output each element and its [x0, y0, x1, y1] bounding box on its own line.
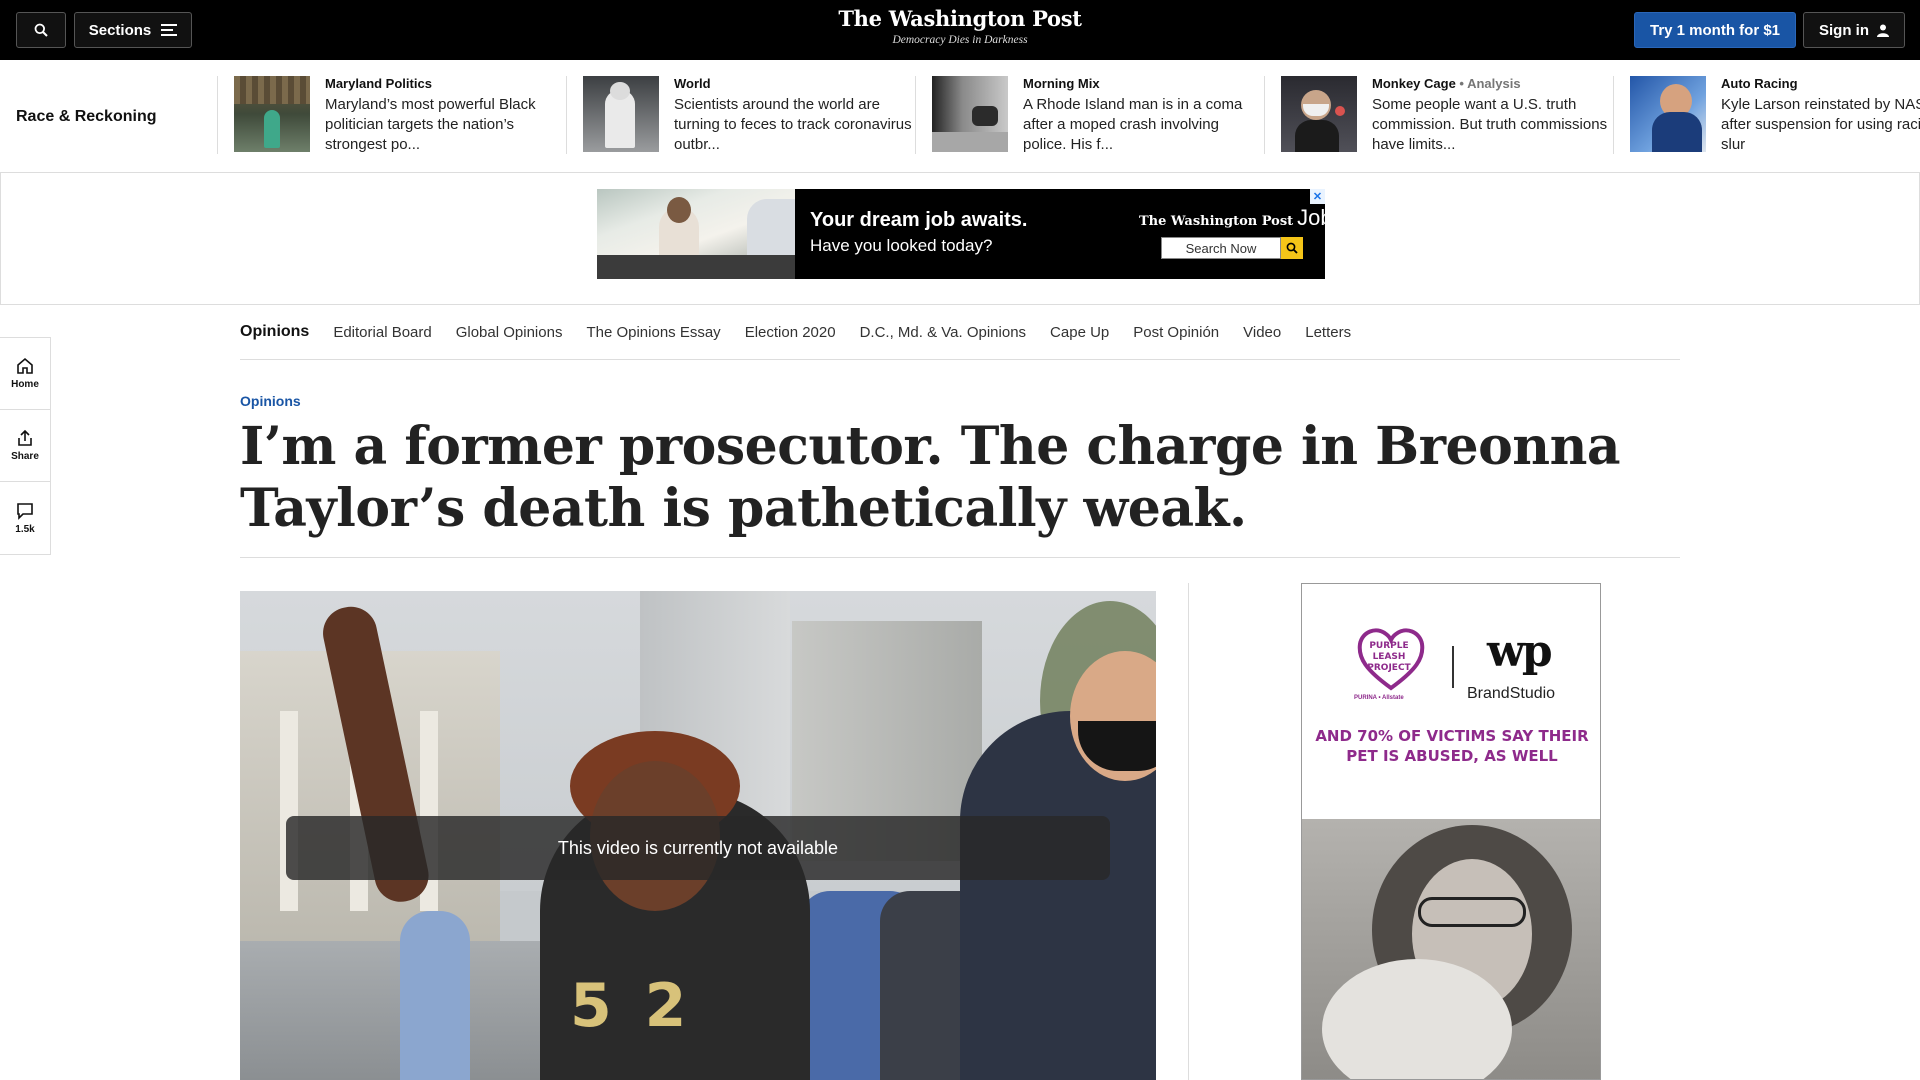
- home-icon: [17, 357, 33, 374]
- purple-leash-logo-text: PURPLE LEASH PROJECT: [1367, 641, 1411, 673]
- brandstudio-label: BrandStudio: [1467, 685, 1556, 702]
- top-navigation-bar: Sections The Washington Post Democracy D…: [0, 0, 1920, 60]
- story-kicker[interactable]: Monkey Cage • Analysis: [1372, 76, 1521, 91]
- story-headline[interactable]: Kyle Larson reinstated by NASCAR after s…: [1721, 95, 1920, 155]
- story-kicker[interactable]: Morning Mix: [1023, 76, 1100, 91]
- logo-tagline: Democracy Dies in Darkness: [892, 34, 1028, 46]
- video-unavailable-message: This video is currently not available: [286, 816, 1110, 880]
- jobs-search-button[interactable]: [1281, 237, 1303, 259]
- lead-video-player[interactable]: 5 2 This video is currently not availabl…: [240, 591, 1156, 1080]
- share-label: Share: [11, 451, 39, 462]
- story-thumbnail[interactable]: [1281, 76, 1357, 152]
- strip-title[interactable]: Race & Reckoning: [16, 108, 156, 126]
- story-headline[interactable]: A Rhode Island man is in a coma after a …: [1023, 95, 1263, 155]
- nav-opinions-essay[interactable]: The Opinions Essay: [586, 324, 720, 341]
- side-display-ad[interactable]: PURPLE LEASH PROJECT PURINA • Allstate w…: [1301, 583, 1601, 1080]
- article-headline: I’m a former prosecutor. The charge in B…: [240, 416, 1621, 539]
- share-button[interactable]: Share: [0, 410, 50, 482]
- strip-story[interactable]: Monkey Cage • Analysis Some people want …: [1264, 76, 1612, 154]
- nav-election-2020[interactable]: Election 2020: [745, 324, 836, 341]
- side-ad-photo: [1302, 819, 1600, 1079]
- article-action-rail: Home Share 1.5k: [0, 337, 51, 555]
- site-logo[interactable]: The Washington Post Democracy Dies in Da…: [0, 6, 1920, 46]
- ad-close-button[interactable]: ✕: [1310, 189, 1325, 204]
- share-icon: [18, 429, 32, 446]
- story-thumbnail[interactable]: [583, 76, 659, 152]
- strip-story[interactable]: Morning Mix A Rhode Island man is in a c…: [915, 76, 1263, 154]
- race-reckoning-strip: Race & Reckoning Maryland Politics Maryl…: [0, 60, 1920, 172]
- user-icon: [1877, 24, 1889, 37]
- menu-icon: [161, 24, 178, 36]
- jobs-banner-ad[interactable]: Your dream job awaits. Have you looked t…: [597, 189, 1325, 279]
- strip-story[interactable]: Maryland Politics Maryland’s most powerf…: [217, 76, 565, 154]
- story-headline[interactable]: Some people want a U.S. truth commission…: [1372, 95, 1612, 155]
- strip-story[interactable]: World Scientists around the world are tu…: [566, 76, 914, 154]
- strip-story[interactable]: Auto Racing Kyle Larson reinstated by NA…: [1613, 76, 1920, 154]
- logo-wordmark[interactable]: The Washington Post: [0, 6, 1920, 31]
- jobs-ad-brand[interactable]: The Washington PostJobs: [1139, 205, 1325, 231]
- story-headline[interactable]: Maryland’s most powerful Black politicia…: [325, 95, 565, 155]
- ad-photo-head: [667, 197, 691, 223]
- sections-label: Sections: [88, 21, 152, 39]
- jobs-ad-subline[interactable]: Have you looked today?: [810, 236, 992, 256]
- column-divider: [1188, 583, 1189, 1080]
- nav-letters[interactable]: Letters: [1305, 324, 1351, 341]
- subscribe-offer-button[interactable]: Try 1 month for $1: [1634, 12, 1796, 48]
- video-scene-column: [280, 711, 298, 911]
- nav-post-opinion[interactable]: Post Opinión: [1133, 324, 1219, 341]
- video-shirt-print: 5 2: [570, 971, 693, 1041]
- jobs-search-field[interactable]: Search Now: [1161, 237, 1281, 259]
- story-thumbnail[interactable]: [932, 76, 1008, 152]
- story-thumbnail[interactable]: [234, 76, 310, 152]
- nav-video[interactable]: Video: [1243, 324, 1281, 341]
- ad-photo-desk: [597, 255, 795, 279]
- magnifier-icon: [1286, 242, 1298, 254]
- nav-editorial-board[interactable]: Editorial Board: [333, 324, 431, 341]
- banner-ad-region: Your dream job awaits. Have you looked t…: [0, 172, 1920, 305]
- home-button[interactable]: Home: [0, 338, 50, 410]
- ad-sponsor-text: PURINA • Allstate: [1354, 695, 1404, 701]
- story-kicker[interactable]: Auto Racing: [1721, 76, 1798, 91]
- story-headline[interactable]: Scientists around the world are turning …: [674, 95, 914, 155]
- comments-button[interactable]: 1.5k: [0, 482, 50, 554]
- story-thumbnail[interactable]: [1630, 76, 1706, 152]
- home-label: Home: [11, 379, 39, 390]
- jobs-ad-headline[interactable]: Your dream job awaits.: [810, 209, 1027, 232]
- nav-opinions[interactable]: Opinions: [240, 323, 309, 341]
- search-button[interactable]: [16, 12, 66, 48]
- nav-dc-md-va-opinions[interactable]: D.C., Md. & Va. Opinions: [860, 324, 1026, 341]
- ad-logo-divider: [1452, 646, 1454, 688]
- sections-button[interactable]: Sections: [74, 12, 192, 48]
- nav-global-opinions[interactable]: Global Opinions: [456, 324, 563, 341]
- sign-in-label: Sign in: [1819, 21, 1869, 39]
- wp-logo-mark: wp: [1487, 626, 1553, 677]
- opinions-subnav: Opinions Editorial Board Global Opinions…: [240, 305, 1680, 360]
- story-kicker[interactable]: World: [674, 76, 711, 91]
- story-kicker[interactable]: Maryland Politics: [325, 76, 432, 91]
- nav-cape-up[interactable]: Cape Up: [1050, 324, 1109, 341]
- ad-photo-glasses: [1418, 897, 1526, 927]
- search-icon: [34, 23, 48, 37]
- comments-count: 1.5k: [15, 523, 35, 535]
- comment-icon: [17, 502, 33, 520]
- headline-divider: [240, 557, 1680, 558]
- side-ad-copy: AND 70% OF VICTIMS SAY THEIR PET IS ABUS…: [1315, 727, 1589, 765]
- jobs-ad-photo[interactable]: [597, 189, 795, 279]
- article-section-label[interactable]: Opinions: [240, 393, 301, 409]
- video-scene-crowd: [400, 911, 470, 1080]
- sign-in-button[interactable]: Sign in: [1803, 12, 1905, 48]
